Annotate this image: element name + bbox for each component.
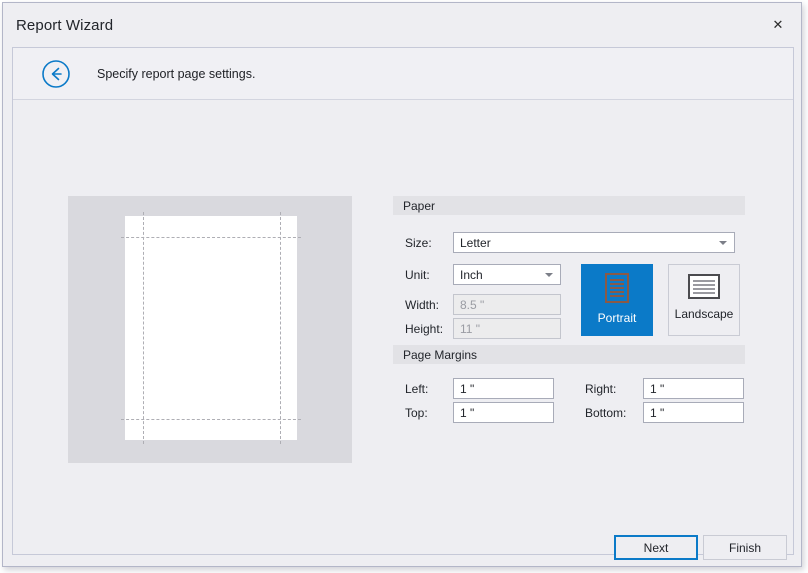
margin-top-input[interactable]: 1 " (453, 402, 554, 423)
paper-height-label: Height: (405, 321, 444, 336)
paper-group-body: Size: Letter Unit: Inch Width: 8.5 " Hei… (393, 215, 745, 339)
finish-button[interactable]: Finish (703, 535, 787, 560)
margin-top-row: Top: 1 " (405, 402, 554, 423)
finish-button-label: Finish (728, 540, 761, 555)
wizard-body: Paper Size: Letter Unit: Inch Width: 8.5… (13, 101, 793, 560)
paper-group-label: Paper (403, 198, 436, 213)
paper-width-label: Width: (405, 297, 440, 312)
orientation-portrait-button[interactable]: Portrait (581, 264, 653, 336)
paper-width-input: 8.5 " (453, 294, 561, 315)
margin-bottom-value: 1 " (650, 405, 665, 420)
margin-top-value: 1 " (460, 405, 475, 420)
margin-bottom-row: Bottom: 1 " (585, 402, 744, 423)
margins-group-label: Page Margins (403, 347, 478, 362)
wizard-header: Specify report page settings. (13, 48, 793, 100)
margin-guide-bottom (121, 419, 301, 420)
paper-unit-value: Inch (460, 267, 483, 282)
orientation-portrait-label: Portrait (597, 311, 637, 325)
paper-height-value: 11 " (460, 321, 481, 336)
margin-left-input[interactable]: 1 " (453, 378, 554, 399)
paper-size-value: Letter (460, 235, 491, 250)
page-preview (68, 196, 352, 463)
margin-guide-right (280, 212, 281, 444)
margin-right-label: Right: (585, 381, 617, 396)
margin-right-row: Right: 1 " (585, 378, 744, 399)
orientation-landscape-button[interactable]: Landscape (668, 264, 740, 336)
next-button[interactable]: Next (614, 535, 698, 560)
margin-bottom-label: Bottom: (585, 405, 627, 420)
paper-size-combo[interactable]: Letter (453, 232, 735, 253)
paper-unit-row: Unit: Inch (405, 264, 561, 285)
margin-left-value: 1 " (460, 381, 475, 396)
orientation-landscape-label: Landscape (674, 307, 734, 321)
paper-width-value: 8.5 " (460, 297, 485, 312)
paper-unit-combo[interactable]: Inch (453, 264, 561, 285)
window-title: Report Wizard (16, 17, 114, 34)
paper-width-row: Width: 8.5 " (405, 294, 561, 315)
close-icon[interactable]: ✕ (755, 3, 801, 47)
paper-size-label: Size: (405, 235, 432, 250)
margins-group-header: Page Margins (393, 345, 745, 364)
chevron-down-icon (545, 272, 553, 277)
margin-left-label: Left: (405, 381, 429, 396)
margin-bottom-input[interactable]: 1 " (643, 402, 744, 423)
paper-unit-label: Unit: (405, 267, 430, 282)
paper-size-row: Size: Letter (405, 232, 735, 253)
portrait-page-icon (605, 273, 629, 303)
margins-group-body: Left: 1 " Right: 1 " Top: 1 " Bottom: 1 … (393, 364, 745, 426)
back-arrow-icon[interactable] (41, 59, 71, 89)
paper-height-row: Height: 11 " (405, 318, 561, 339)
margin-right-value: 1 " (650, 381, 665, 396)
margin-guide-top (121, 237, 301, 238)
margin-top-label: Top: (405, 405, 428, 420)
report-wizard-dialog: Report Wizard ✕ Specify report page sett… (2, 2, 802, 567)
settings-column: Paper Size: Letter Unit: Inch Width: 8.5… (393, 196, 745, 426)
paper-group-header: Paper (393, 196, 745, 215)
paper-height-input: 11 " (453, 318, 561, 339)
margin-right-input[interactable]: 1 " (643, 378, 744, 399)
title-bar: Report Wizard ✕ (3, 3, 801, 49)
wizard-subtitle: Specify report page settings. (97, 67, 256, 81)
margin-left-row: Left: 1 " (405, 378, 554, 399)
next-button-label: Next (643, 540, 669, 555)
margin-guide-left (143, 212, 144, 444)
landscape-page-icon (688, 274, 720, 299)
dialog-content-frame: Specify report page settings. Paper Size… (12, 47, 794, 560)
chevron-down-icon (719, 240, 727, 245)
preview-page-sheet (125, 216, 297, 440)
